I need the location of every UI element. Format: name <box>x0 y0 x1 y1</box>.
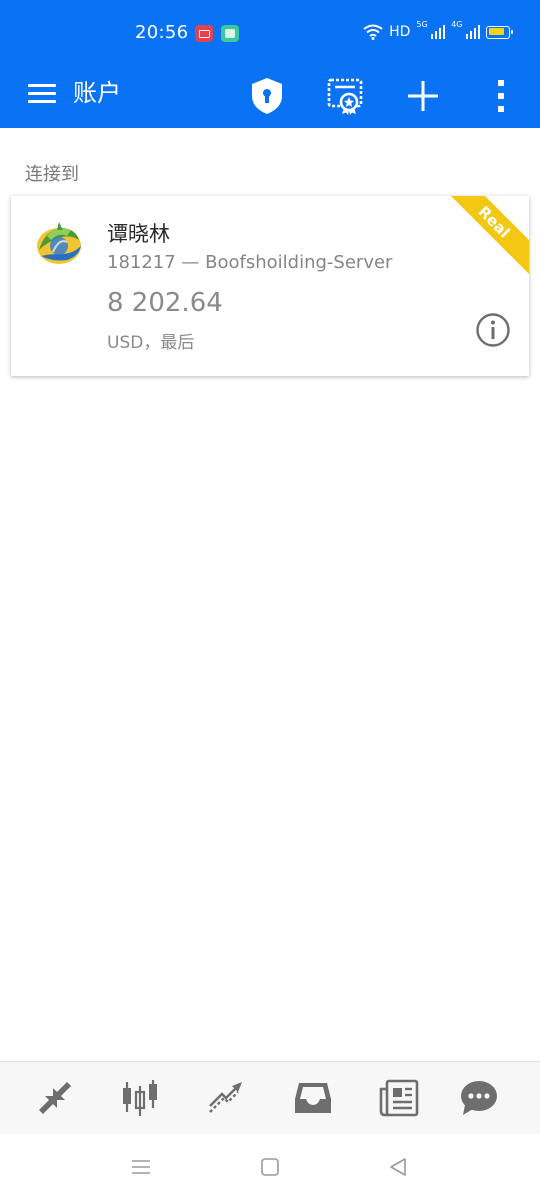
back-icon <box>390 1158 406 1176</box>
hd-label: HD <box>389 24 411 40</box>
quotes-icon <box>39 1082 71 1114</box>
chat-app-icon <box>221 25 239 42</box>
nav-chat[interactable] <box>453 1074 505 1122</box>
info-icon[interactable] <box>475 312 511 348</box>
nav-chart[interactable] <box>114 1074 166 1122</box>
status-time: 20:56 <box>135 22 189 43</box>
history-icon <box>295 1083 331 1113</box>
account-balance: 8 202.64 <box>107 288 223 318</box>
status-bar: 20:56 HD 5G 4G <box>0 0 540 64</box>
account-holder-name: 谭晓林 <box>107 222 170 246</box>
more-options-button[interactable] <box>477 72 525 120</box>
nav-history[interactable] <box>287 1074 339 1122</box>
nav-quotes[interactable] <box>29 1074 81 1122</box>
more-vert-icon <box>498 80 504 112</box>
nav-news[interactable] <box>373 1074 425 1122</box>
account-card[interactable]: 谭晓林 181217 — Boofshoilding-Server 8 202.… <box>11 196 529 376</box>
signal-5g-label: 5G <box>416 20 428 29</box>
screen-record-icon <box>195 25 213 42</box>
metatrader-logo-icon <box>37 222 81 264</box>
signal-bars-icon <box>430 25 446 39</box>
app-bar: 账户 <box>0 64 540 128</box>
shield-button[interactable] <box>243 72 291 120</box>
page-title: 账户 <box>73 79 121 107</box>
signal-4g-label: 4G <box>451 20 463 29</box>
certificate-icon <box>327 78 363 115</box>
recent-apps-button[interactable] <box>126 1154 156 1180</box>
back-button[interactable] <box>383 1154 413 1180</box>
wifi-icon <box>363 24 383 40</box>
real-account-badge: Real <box>432 196 529 284</box>
nav-trade[interactable] <box>200 1074 252 1122</box>
certificate-button[interactable] <box>321 72 369 120</box>
add-icon <box>408 81 438 111</box>
system-navigation-bar <box>0 1134 540 1200</box>
trade-icon <box>209 1082 242 1113</box>
bottom-navigation <box>0 1061 540 1134</box>
chart-icon <box>123 1080 157 1116</box>
status-indicators: HD 5G 4G <box>363 20 513 44</box>
home-button[interactable] <box>255 1154 285 1180</box>
battery-icon <box>486 25 513 39</box>
home-icon <box>261 1158 279 1176</box>
menu-icon <box>132 1160 150 1174</box>
account-server: 181217 — Boofshoilding-Server <box>107 252 393 273</box>
account-currency: USD，最后 <box>107 333 195 353</box>
add-account-button[interactable] <box>399 72 447 120</box>
shield-icon <box>252 78 282 114</box>
connected-to-label: 连接到 <box>25 164 79 185</box>
news-icon <box>379 1079 419 1117</box>
hamburger-menu-icon[interactable] <box>28 82 56 104</box>
chat-icon <box>461 1081 497 1115</box>
signal-bars-icon <box>465 25 480 39</box>
